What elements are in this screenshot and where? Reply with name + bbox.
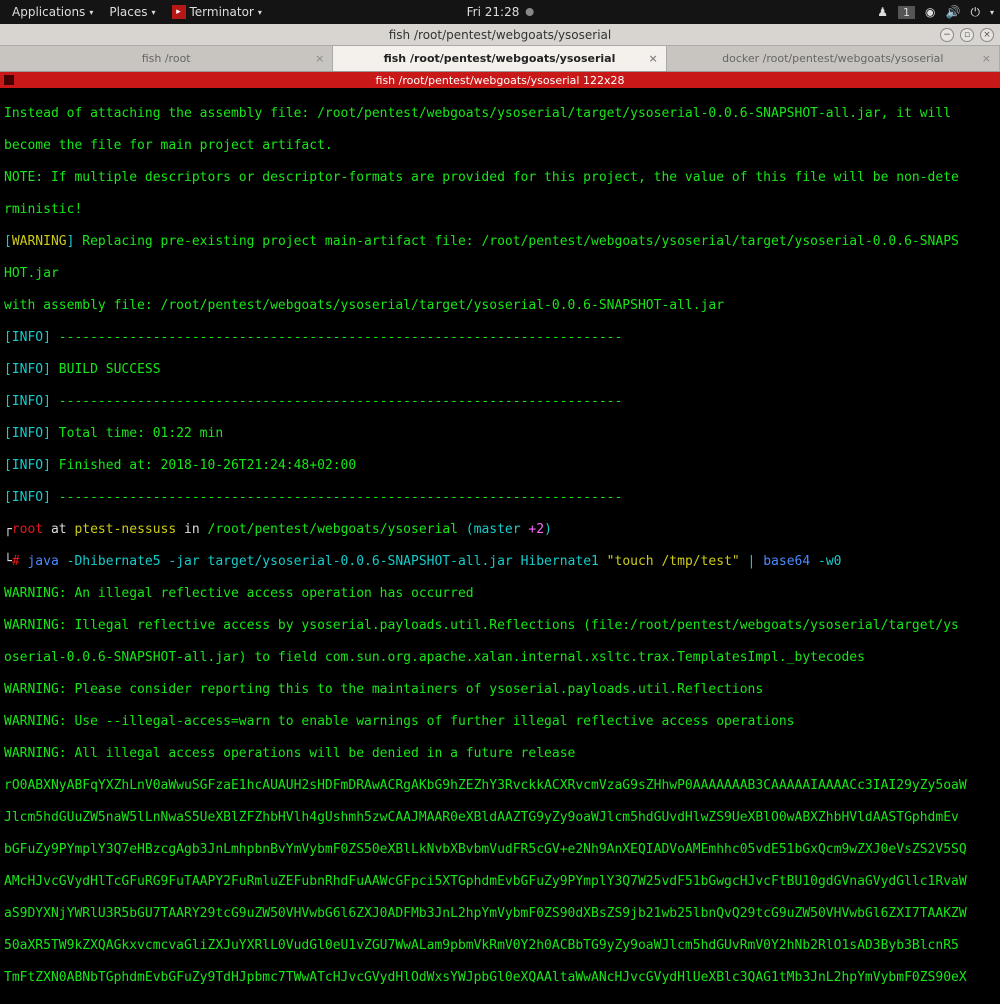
output-line: become the file for main project artifac…: [4, 138, 996, 154]
terminal-tabs: fish /root × fish /root/pentest/webgoats/…: [0, 46, 1000, 72]
network-icon[interactable]: ◉: [925, 5, 935, 19]
tab-label: docker /root/pentest/webgoats/ysoserial: [722, 52, 943, 65]
output-line: oserial-0.0.6-SNAPSHOT-all.jar) to field…: [4, 650, 996, 666]
output-line: [INFO] Finished at: 2018-10-26T21:24:48+…: [4, 458, 996, 474]
tab-1[interactable]: fish /root/pentest/webgoats/ysoserial ×: [333, 46, 666, 71]
minimize-button[interactable]: −: [940, 28, 954, 42]
output-line: WARNING: An illegal reflective access op…: [4, 586, 996, 602]
tab-2[interactable]: docker /root/pentest/webgoats/ysoserial ×: [667, 46, 1000, 71]
output-line: Instead of attaching the assembly file: …: [4, 106, 996, 122]
command-line: └# java -Dhibernate5 -jar target/ysoseri…: [4, 554, 996, 570]
output-line: [INFO] ---------------------------------…: [4, 330, 996, 346]
pane-title: fish /root/pentest/webgoats/ysoserial 12…: [376, 74, 625, 87]
topbar-left: Applications ▾ Places ▾ ▸Terminator ▾: [6, 3, 268, 21]
output-line: WARNING: All illegal access operations w…: [4, 746, 996, 762]
output-line: rO0ABXNyABFqYXZhLnV0aWwuSGFzaE1hcAUAUH2s…: [4, 778, 996, 794]
output-line: [INFO] Total time: 01:22 min: [4, 426, 996, 442]
output-line: WARNING: Illegal reflective access by ys…: [4, 618, 996, 634]
volume-icon[interactable]: 🔊: [946, 5, 961, 19]
output-line: rministic!: [4, 202, 996, 218]
chevron-down-icon[interactable]: ▾: [990, 8, 994, 17]
output-line: WARNING: Use --illegal-access=warn to en…: [4, 714, 996, 730]
terminator-titlebar[interactable]: fish /root/pentest/webgoats/ysoserial 12…: [0, 72, 1000, 88]
clock[interactable]: Fri 21:28: [467, 5, 534, 19]
output-line: AMcHJvcGVydHlTcGFuRG9FuTAAPY2FuRmluZEFub…: [4, 874, 996, 890]
app-indicator[interactable]: ▸Terminator ▾: [166, 3, 268, 21]
terminal-output[interactable]: Instead of attaching the assembly file: …: [0, 88, 1000, 1004]
close-button[interactable]: ×: [980, 28, 994, 42]
chevron-down-icon: ▾: [258, 8, 262, 17]
output-line: NOTE: If multiple descriptors or descrip…: [4, 170, 996, 186]
output-line: Jlcm5hdGUuZW5naW5lLnNwaS5UeXBlZFZhbHVlh4…: [4, 810, 996, 826]
output-line: WARNING: Please consider reporting this …: [4, 682, 996, 698]
power-icon[interactable]: ⏻: [970, 5, 980, 20]
applications-menu[interactable]: Applications ▾: [6, 3, 99, 21]
window-titlebar: fish /root/pentest/webgoats/ysoserial − …: [0, 24, 1000, 46]
close-icon[interactable]: ×: [315, 52, 324, 65]
system-tray: ♟ 1 ◉ 🔊 ⏻ ▾: [877, 5, 994, 20]
output-line: HOT.jar: [4, 266, 996, 282]
tab-0[interactable]: fish /root ×: [0, 46, 333, 71]
tab-label: fish /root: [142, 52, 191, 65]
output-line: [INFO] BUILD SUCCESS: [4, 362, 996, 378]
window-title: fish /root/pentest/webgoats/ysoserial: [389, 28, 611, 42]
close-icon[interactable]: ×: [648, 52, 657, 65]
output-line: [INFO] ---------------------------------…: [4, 394, 996, 410]
maximize-button[interactable]: ▫: [960, 28, 974, 42]
output-line: [WARNING] Replacing pre-existing project…: [4, 234, 996, 250]
window-controls: − ▫ ×: [940, 28, 994, 42]
tab-label: fish /root/pentest/webgoats/ysoserial: [384, 52, 616, 65]
output-line: aS9DYXNjYWRlU3R5bGU7TAARY29tcG9uZW50VHVw…: [4, 906, 996, 922]
prompt-line: ┌root at ptest-nessuss in /root/pentest/…: [4, 522, 996, 538]
output-line: bGFuZy9PYmplY3Q7eHBzcgAgb3JnLmhpbnBvYmVy…: [4, 842, 996, 858]
output-line: with assembly file: /root/pentest/webgoa…: [4, 298, 996, 314]
output-line: 50aXR5TW9kZXQAGkxvcmcvaGliZXJuYXRlL0VudG…: [4, 938, 996, 954]
status-icon[interactable]: ♟: [877, 5, 888, 19]
terminator-icon: ▸: [172, 5, 186, 19]
chevron-down-icon: ▾: [151, 8, 155, 17]
output-line: [INFO] ---------------------------------…: [4, 490, 996, 506]
close-icon[interactable]: ×: [982, 52, 991, 65]
chevron-down-icon: ▾: [89, 8, 93, 17]
recording-dot-icon: [525, 8, 533, 16]
gnome-topbar: Applications ▾ Places ▾ ▸Terminator ▾ Fr…: [0, 0, 1000, 24]
terminal-indicator-icon: [4, 75, 14, 85]
workspace-indicator[interactable]: 1: [898, 6, 915, 19]
output-line: TmFtZXN0ABNbTGphdmEvbGFuZy9TdHJpbmc7TWwA…: [4, 970, 996, 986]
places-menu[interactable]: Places ▾: [103, 3, 161, 21]
